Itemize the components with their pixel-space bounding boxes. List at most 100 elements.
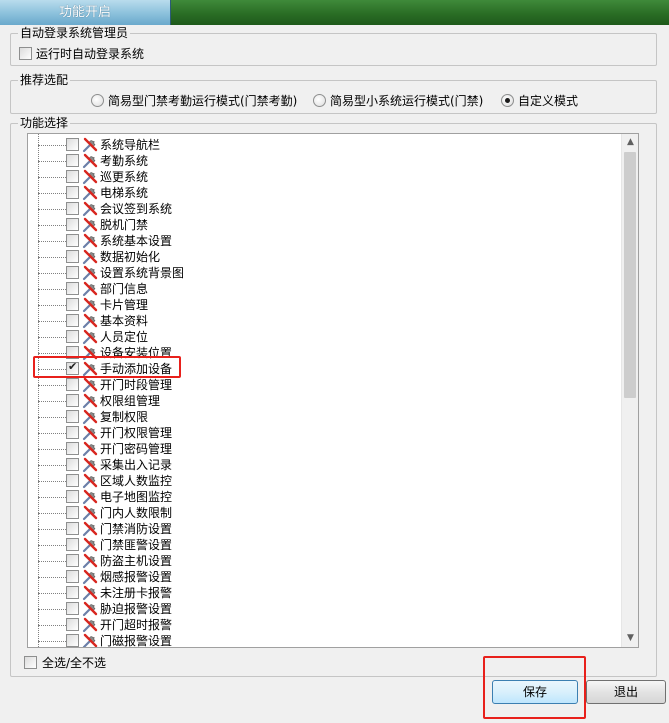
tree-item[interactable]: 烟感报警设置: [28, 569, 618, 585]
recommend-option-1[interactable]: 简易型小系统运行模式(门禁): [313, 92, 483, 109]
radio-small-system-label: 简易型小系统运行模式(门禁): [330, 94, 484, 108]
tree-item[interactable]: 设置系统背景图: [28, 265, 618, 281]
tree-item-checkbox[interactable]: [66, 538, 79, 551]
tree-item-label: 卡片管理: [100, 298, 149, 312]
tree-item-checkbox[interactable]: [66, 298, 79, 311]
tree-item-checkbox[interactable]: [66, 234, 79, 247]
tree-item-checkbox[interactable]: [66, 250, 79, 263]
tree-item-checkbox[interactable]: [66, 506, 79, 519]
tree-item-checkbox[interactable]: [66, 202, 79, 215]
tree-item-checkbox[interactable]: [66, 378, 79, 391]
scrollbar-thumb[interactable]: [624, 152, 636, 398]
tree-item[interactable]: 开门时段管理: [28, 377, 618, 393]
tree-item[interactable]: 采集出入记录: [28, 457, 618, 473]
tree-branch-line: [38, 209, 66, 210]
tree-branch-line: [38, 273, 66, 274]
tree-item-checkbox[interactable]: [66, 170, 79, 183]
tree-item[interactable]: 巡更系统: [28, 169, 618, 185]
scroll-up-icon[interactable]: ▲: [622, 134, 638, 151]
auto-login-label: 运行时自动登录系统: [36, 47, 145, 61]
tree-item[interactable]: 防盗主机设置: [28, 553, 618, 569]
tree-item-label: 人员定位: [100, 330, 149, 344]
tree-item[interactable]: 数据初始化: [28, 249, 618, 265]
tree-item[interactable]: 基本资料: [28, 313, 618, 329]
tree-item[interactable]: 权限组管理: [28, 393, 618, 409]
tree-branch-line: [38, 145, 66, 146]
tree-item[interactable]: 电子地图监控: [28, 489, 618, 505]
tree-item[interactable]: 门禁匪警设置: [28, 537, 618, 553]
tree-item[interactable]: 开门权限管理: [28, 425, 618, 441]
tree-item[interactable]: 复制权限: [28, 409, 618, 425]
scroll-down-icon[interactable]: ▼: [622, 630, 638, 647]
recommend-group-title: 推荐选配: [18, 73, 71, 87]
save-button-highlight: [483, 656, 586, 719]
tree-item-checkbox[interactable]: [66, 394, 79, 407]
radio-access-attendance[interactable]: [91, 94, 104, 107]
tree-item[interactable]: 开门密码管理: [28, 441, 618, 457]
tree-item-checkbox[interactable]: [66, 602, 79, 615]
radio-small-system[interactable]: [313, 94, 326, 107]
tree-item-checkbox[interactable]: [66, 458, 79, 471]
recommend-option-2[interactable]: 自定义模式: [501, 92, 578, 109]
tree-item[interactable]: 门禁消防设置: [28, 521, 618, 537]
tree-item[interactable]: 电梯系统: [28, 185, 618, 201]
auto-login-group-title: 自动登录系统管理员: [18, 26, 131, 40]
tree-item-checkbox[interactable]: [66, 570, 79, 583]
tree-item-checkbox[interactable]: [66, 410, 79, 423]
tree-branch-line: [38, 193, 66, 194]
tree-item[interactable]: 门磁报警设置: [28, 633, 618, 647]
tree-item-label: 开门权限管理: [100, 426, 173, 440]
tree-item-checkbox[interactable]: [66, 314, 79, 327]
tree-item-checkbox[interactable]: [66, 218, 79, 231]
tree-branch-line: [38, 529, 66, 530]
tree-item-label: 防盗主机设置: [100, 554, 173, 568]
tree-item-checkbox[interactable]: [66, 618, 79, 631]
tools-icon: [81, 505, 99, 521]
tree-item-checkbox[interactable]: [66, 490, 79, 503]
tree-item[interactable]: 区域人数监控: [28, 473, 618, 489]
tree-item-checkbox[interactable]: [66, 266, 79, 279]
exit-button[interactable]: 退出: [586, 680, 666, 704]
tree-item-label: 胁迫报警设置: [100, 602, 173, 616]
tree-item[interactable]: 未注册卡报警: [28, 585, 618, 601]
tree-item-checkbox[interactable]: [66, 586, 79, 599]
auto-login-checkbox[interactable]: [19, 47, 32, 60]
tab-feature-enable[interactable]: 功能开启: [0, 0, 171, 25]
tree-item-checkbox[interactable]: [66, 154, 79, 167]
tree-item[interactable]: 卡片管理: [28, 297, 618, 313]
tree-item[interactable]: 胁迫报警设置: [28, 601, 618, 617]
tree-item-checkbox[interactable]: [66, 282, 79, 295]
tree-branch-line: [38, 433, 66, 434]
tree-item-label: 脱机门禁: [100, 218, 149, 232]
tree-item[interactable]: 考勤系统: [28, 153, 618, 169]
tree-item[interactable]: 人员定位: [28, 329, 618, 345]
tree-item-checkbox[interactable]: [66, 474, 79, 487]
tree-item-checkbox[interactable]: [66, 554, 79, 567]
tree-item-checkbox[interactable]: [66, 186, 79, 199]
tree-item[interactable]: 开门超时报警: [28, 617, 618, 633]
recommend-option-0[interactable]: 简易型门禁考勤运行模式(门禁考勤): [91, 92, 297, 109]
tools-icon: [81, 425, 99, 441]
tree-item-checkbox[interactable]: [66, 442, 79, 455]
tree-item[interactable]: 系统基本设置: [28, 233, 618, 249]
auto-login-row[interactable]: 运行时自动登录系统: [19, 45, 144, 62]
feature-tree[interactable]: 系统导航栏 考勤系统 巡更系统 电梯系统 会议签到系统 脱机门禁 系统基本设置 数据初始化 设置…: [27, 133, 639, 648]
tree-item[interactable]: 部门信息: [28, 281, 618, 297]
tree-item[interactable]: 会议签到系统: [28, 201, 618, 217]
tree-item-checkbox[interactable]: [66, 330, 79, 343]
tree-item[interactable]: 门内人数限制: [28, 505, 618, 521]
tree-item-checkbox[interactable]: [66, 522, 79, 535]
tree-branch-line: [38, 625, 66, 626]
tree-item[interactable]: 系统导航栏: [28, 137, 618, 153]
tools-icon: [81, 585, 99, 601]
recommend-group: 推荐选配 简易型门禁考勤运行模式(门禁考勤) 简易型小系统运行模式(门禁) 自定…: [10, 73, 657, 114]
tree-item-checkbox[interactable]: [66, 138, 79, 151]
select-all-checkbox[interactable]: [24, 656, 37, 669]
select-all-row[interactable]: 全选/全不选: [24, 654, 106, 671]
tools-icon: [81, 601, 99, 617]
radio-custom-mode[interactable]: [501, 94, 514, 107]
tree-item[interactable]: 脱机门禁: [28, 217, 618, 233]
feature-tree-scrollbar[interactable]: ▲ ▼: [621, 134, 638, 647]
tree-item-checkbox[interactable]: [66, 426, 79, 439]
tree-item-checkbox[interactable]: [66, 634, 79, 647]
